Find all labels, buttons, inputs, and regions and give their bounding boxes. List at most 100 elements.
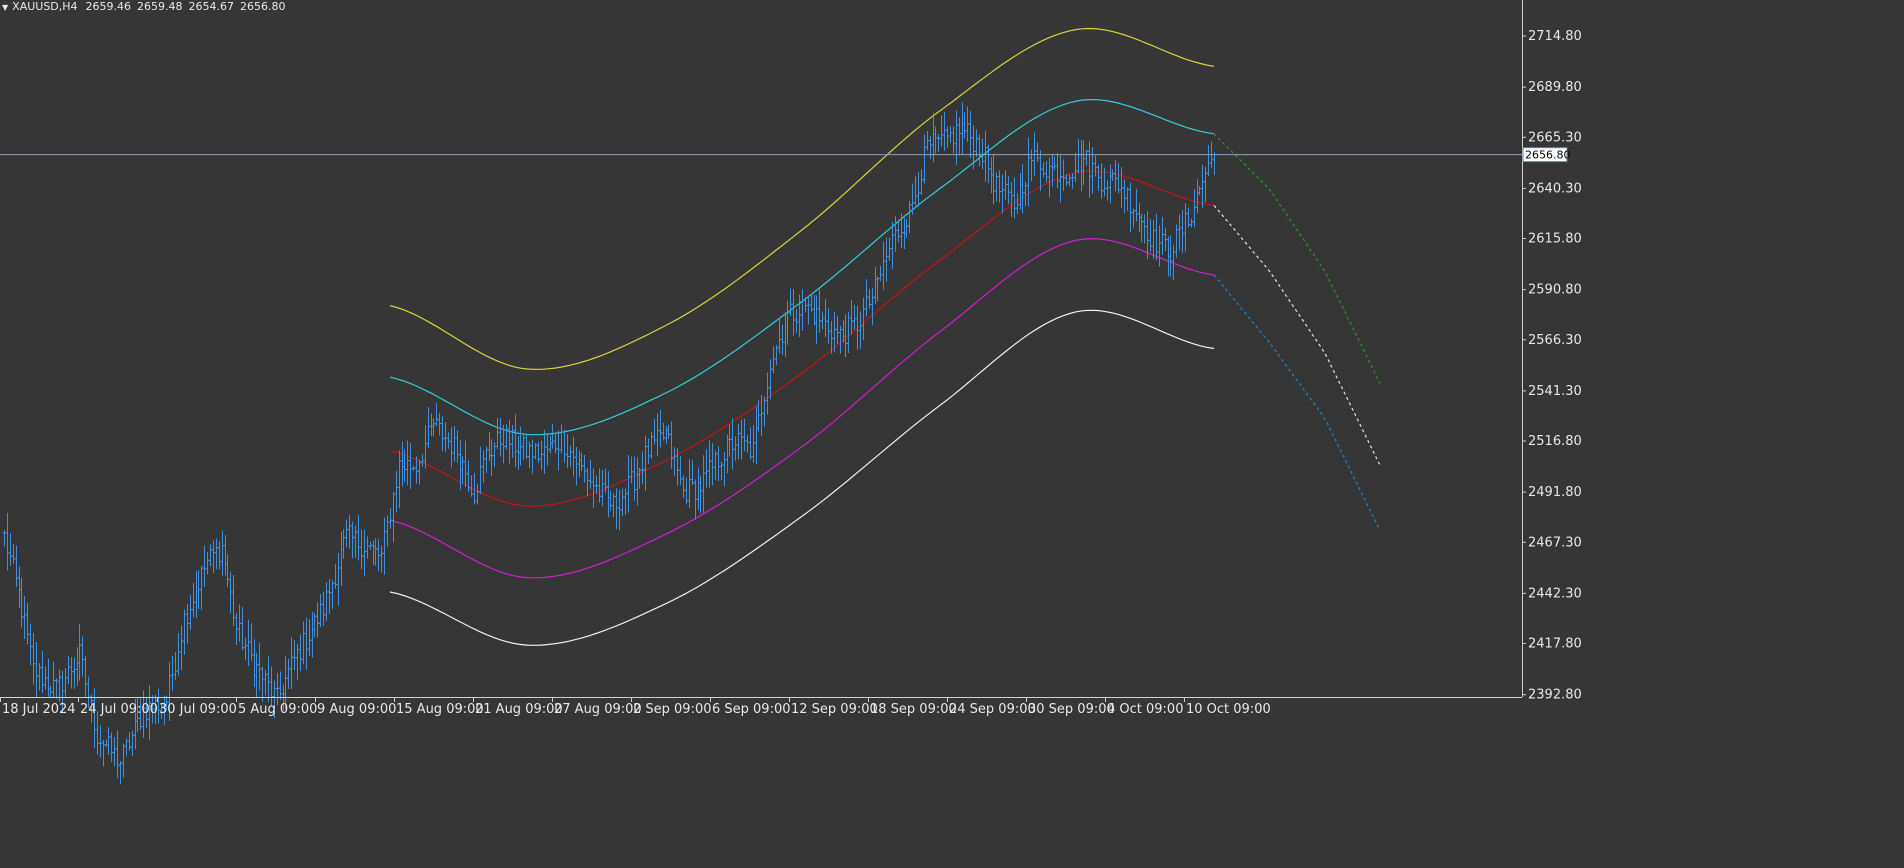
- ohlc-bar: [440, 416, 445, 451]
- ohlc-bar: [725, 434, 730, 474]
- ohlc-bar: [341, 529, 346, 559]
- ohlc-bar: [701, 455, 706, 513]
- ohlc-bar: [559, 424, 564, 454]
- ohlc-bar: [481, 450, 486, 483]
- ohlc-bar: [710, 443, 715, 486]
- ohlc-bar: [873, 267, 878, 305]
- ohlc-bar: [591, 468, 596, 508]
- ohlc-bar: [304, 617, 309, 670]
- ohlc-bar: [292, 640, 297, 671]
- ohlc-bar: [977, 134, 982, 167]
- ohlc-bar: [385, 515, 390, 547]
- ohlc-bar: [1081, 140, 1086, 186]
- ohlc-bar: [1076, 138, 1081, 174]
- forecast-lower-line: [1213, 274, 1381, 531]
- ohlc-bar: [597, 468, 602, 503]
- ohlc-bar: [478, 446, 483, 495]
- x-tick-label: 9 Aug 09:00: [317, 702, 396, 717]
- ohlc-bar: [257, 642, 262, 691]
- ohlc-bar: [1206, 144, 1211, 177]
- ohlc-bar: [568, 445, 573, 468]
- ohlc-bar: [730, 418, 735, 470]
- ohlc-bar: [870, 287, 875, 325]
- ohlc-bar: [400, 441, 405, 487]
- ohlc-bar: [80, 636, 85, 677]
- dropdown-triangle-icon[interactable]: ▼: [2, 3, 8, 12]
- ohlc-bar: [336, 552, 341, 606]
- ohlc-bar: [794, 308, 799, 333]
- ohlc-bar: [974, 129, 979, 158]
- ohlc-bar: [843, 314, 848, 358]
- ohlc-bar: [745, 434, 750, 453]
- ohlc-bar: [754, 406, 759, 465]
- ohlc-bar: [95, 711, 100, 755]
- ohlc-bar: [582, 454, 587, 483]
- ohlc-bar: [722, 451, 727, 487]
- ohlc-bar: [405, 440, 410, 486]
- ohlc-bar: [652, 418, 657, 445]
- ohlc-bar: [109, 732, 114, 763]
- ohlc-bar: [1015, 193, 1020, 214]
- band-lower2-line: [389, 309, 1215, 646]
- ohlc-bar: [1108, 164, 1113, 204]
- ohlc-bar: [1073, 153, 1078, 183]
- ohlc-bar: [51, 661, 56, 698]
- ohlc-bar: [492, 442, 497, 468]
- ohlc-bar: [429, 413, 434, 437]
- ohlc-bar: [574, 446, 579, 486]
- ohlc-bar: [707, 440, 712, 489]
- price-chart[interactable]: 2714.80 2689.80 2665.30 2640.30 2615.80 2590.…: [0, 0, 1904, 868]
- ohlc-bar: [286, 658, 291, 690]
- ohlc-bar: [263, 669, 268, 696]
- ohlc-bar: [669, 421, 674, 469]
- y-tick: 2615.80: [1522, 232, 1582, 247]
- ohlc-bar: [548, 435, 553, 454]
- ohlc-bar: [785, 300, 790, 345]
- ohlc-bar: [1070, 173, 1075, 189]
- ohlc-bar: [945, 126, 950, 148]
- chart-window[interactable]: 2714.80 2689.80 2665.30 2640.30 2615.80 2590.…: [0, 0, 1904, 868]
- ohlc-bar: [1139, 214, 1144, 243]
- ohlc-bar: [495, 418, 500, 449]
- y-tick: 2689.80: [1522, 80, 1582, 95]
- ohlc-bar: [463, 440, 468, 487]
- ohlc-bar: [806, 295, 811, 325]
- ohlc-bar: [864, 279, 869, 317]
- ohlc-bars: [2, 102, 1217, 785]
- y-tick-label: 2417.80: [1528, 637, 1582, 652]
- ohlc-bar: [765, 372, 770, 415]
- y-tick-label: 2516.80: [1528, 434, 1582, 449]
- x-tick-label: 18 Sep 09:00: [870, 702, 957, 717]
- ohlc-bar: [437, 412, 442, 436]
- ohlc-bar: [991, 154, 996, 205]
- ohlc-bar: [867, 289, 872, 309]
- ohlc-bar: [696, 467, 701, 510]
- y-tick-label: 2467.30: [1528, 535, 1582, 550]
- ohlc-bar: [637, 467, 642, 489]
- ohlc-bar: [800, 289, 805, 331]
- ohlc-bar: [646, 438, 651, 465]
- ohlc-bar: [913, 176, 918, 206]
- ohlc-bar: [1087, 141, 1092, 198]
- ohlc-bar: [875, 276, 880, 301]
- ohlc-bar: [214, 538, 219, 570]
- ohlc-bar: [814, 295, 819, 344]
- ohlc-bar: [884, 237, 889, 282]
- ohlc-bar: [748, 427, 753, 460]
- ohlc-bar: [301, 621, 306, 665]
- ohlc-bar: [672, 447, 677, 476]
- ohlc-bar: [1003, 170, 1008, 200]
- x-tick-label: 6 Sep 09:00: [712, 702, 791, 717]
- x-tick-label: 18 Jul 2024: [2, 702, 76, 717]
- ohlc-bar: [318, 593, 323, 628]
- ohlc-bar: [1000, 174, 1005, 214]
- ohlc-bar: [1177, 214, 1182, 251]
- ohlc-bar: [199, 565, 204, 610]
- ohlc-bar: [231, 575, 236, 627]
- ohlc-bar: [246, 619, 251, 667]
- ohlc-bar: [327, 579, 332, 614]
- ohlc-bar: [780, 324, 785, 356]
- ohlc-bar: [658, 409, 663, 448]
- ohlc-bar: [223, 535, 228, 576]
- ohlc-bar: [353, 525, 358, 558]
